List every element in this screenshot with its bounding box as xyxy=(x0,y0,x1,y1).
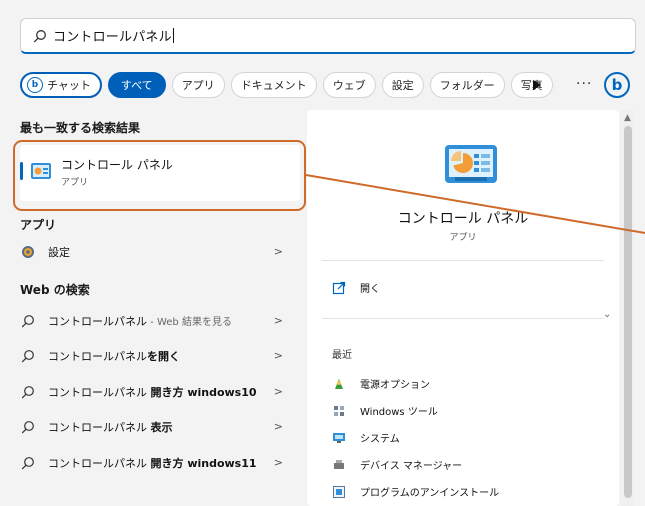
recent-item-label: 電源オプション xyxy=(360,380,430,391)
app-result-label: 設定 xyxy=(48,246,70,259)
divider xyxy=(322,260,604,261)
apps-heading: アプリ xyxy=(20,218,57,232)
divider xyxy=(322,318,604,319)
chevron-right-icon: > xyxy=(273,420,283,433)
chevron-down-icon[interactable]: ⌄ xyxy=(603,309,611,320)
uninstall-program-icon xyxy=(333,485,345,498)
filter-documents[interactable]: ドキュメント xyxy=(230,72,317,98)
preview-title: コントロール パネル xyxy=(397,211,529,227)
filter-chat-label: チャット xyxy=(47,79,91,92)
gear-icon xyxy=(22,246,34,258)
scrollbar[interactable]: ▲ xyxy=(621,110,635,506)
search-icon xyxy=(21,457,34,470)
annotation-highlight xyxy=(13,140,306,211)
filter-folders[interactable]: フォルダー xyxy=(429,72,505,98)
chevron-right-icon: > xyxy=(273,314,283,327)
app-result-settings[interactable]: 設定 > xyxy=(20,239,295,265)
web-result-5[interactable]: コントロールパネル 開き方 windows11 > xyxy=(20,450,295,476)
recent-item-device-manager[interactable]: デバイス マネージャー xyxy=(332,457,462,472)
chevron-right-icon: > xyxy=(273,245,283,258)
recent-item-uninstall-program[interactable]: プログラムのアンインストール xyxy=(332,484,499,499)
search-icon xyxy=(21,315,34,328)
search-icon xyxy=(33,29,46,42)
web-result-1[interactable]: コントロールパネル - Web 結果を見る > xyxy=(20,308,295,334)
recent-heading: 最近 xyxy=(332,350,352,361)
web-result-3[interactable]: コントロールパネル 開き方 windows10 > xyxy=(20,379,295,405)
bing-button[interactable]: b xyxy=(604,72,630,98)
search-icon xyxy=(21,350,34,363)
chevron-right-icon: > xyxy=(273,456,283,469)
more-options-button[interactable]: ··· xyxy=(576,76,592,92)
control-panel-large-icon xyxy=(445,145,497,183)
scroll-up-icon[interactable]: ▲ xyxy=(624,113,631,123)
filter-apps[interactable]: アプリ xyxy=(171,72,225,98)
best-match-heading: 最も一致する検索結果 xyxy=(20,121,141,135)
more-filters-play-icon[interactable] xyxy=(531,79,543,91)
bing-chat-icon: b xyxy=(27,77,43,93)
recent-item-system[interactable]: システム xyxy=(332,430,400,445)
web-result-text: コントロールパネル 表示 xyxy=(48,421,173,434)
web-result-text: コントロールパネル 開き方 windows11 xyxy=(48,457,257,470)
web-search-heading: Web の検索 xyxy=(20,283,90,297)
web-result-4[interactable]: コントロールパネル 表示 > xyxy=(20,414,295,440)
scrollbar-thumb[interactable] xyxy=(624,126,632,498)
device-manager-icon xyxy=(334,459,344,469)
recent-item-power-options[interactable]: 電源オプション xyxy=(332,376,430,391)
system-icon xyxy=(333,432,345,443)
search-icon xyxy=(21,421,34,434)
recent-item-label: デバイス マネージャー xyxy=(360,461,463,472)
power-options-icon xyxy=(335,378,343,389)
open-external-icon xyxy=(332,281,346,294)
filter-settings[interactable]: 設定 xyxy=(381,72,424,98)
filter-chat[interactable]: b チャット xyxy=(20,72,102,98)
open-label: 開く xyxy=(360,284,380,295)
chevron-right-icon: > xyxy=(273,385,283,398)
web-result-2[interactable]: コントロールパネルを開く > xyxy=(20,343,295,369)
search-icon xyxy=(21,386,34,399)
recent-item-label: システム xyxy=(360,434,400,445)
filter-all[interactable]: すべて xyxy=(107,72,166,98)
search-query: コントロールパネル xyxy=(53,30,172,45)
search-input[interactable]: コントロールパネル xyxy=(20,18,636,54)
web-result-text: コントロールパネル - Web 結果を見る xyxy=(48,315,232,328)
open-action[interactable]: 開く xyxy=(332,280,380,295)
filter-web[interactable]: ウェブ xyxy=(322,72,376,98)
recent-item-windows-tools[interactable]: Windows ツール xyxy=(332,403,438,418)
web-result-text: コントロールパネルを開く xyxy=(48,350,180,363)
preview-subtitle: アプリ xyxy=(449,233,477,243)
chevron-right-icon: > xyxy=(273,349,283,362)
windows-tools-icon xyxy=(334,405,344,416)
filter-bar: b チャット すべて アプリ ドキュメント ウェブ 設定 フォルダー 写真 xyxy=(20,70,559,100)
recent-item-label: Windows ツール xyxy=(360,407,438,418)
text-caret xyxy=(172,28,174,43)
web-result-text: コントロールパネル 開き方 windows10 xyxy=(48,386,257,399)
recent-item-label: プログラムのアンインストール xyxy=(360,488,500,499)
